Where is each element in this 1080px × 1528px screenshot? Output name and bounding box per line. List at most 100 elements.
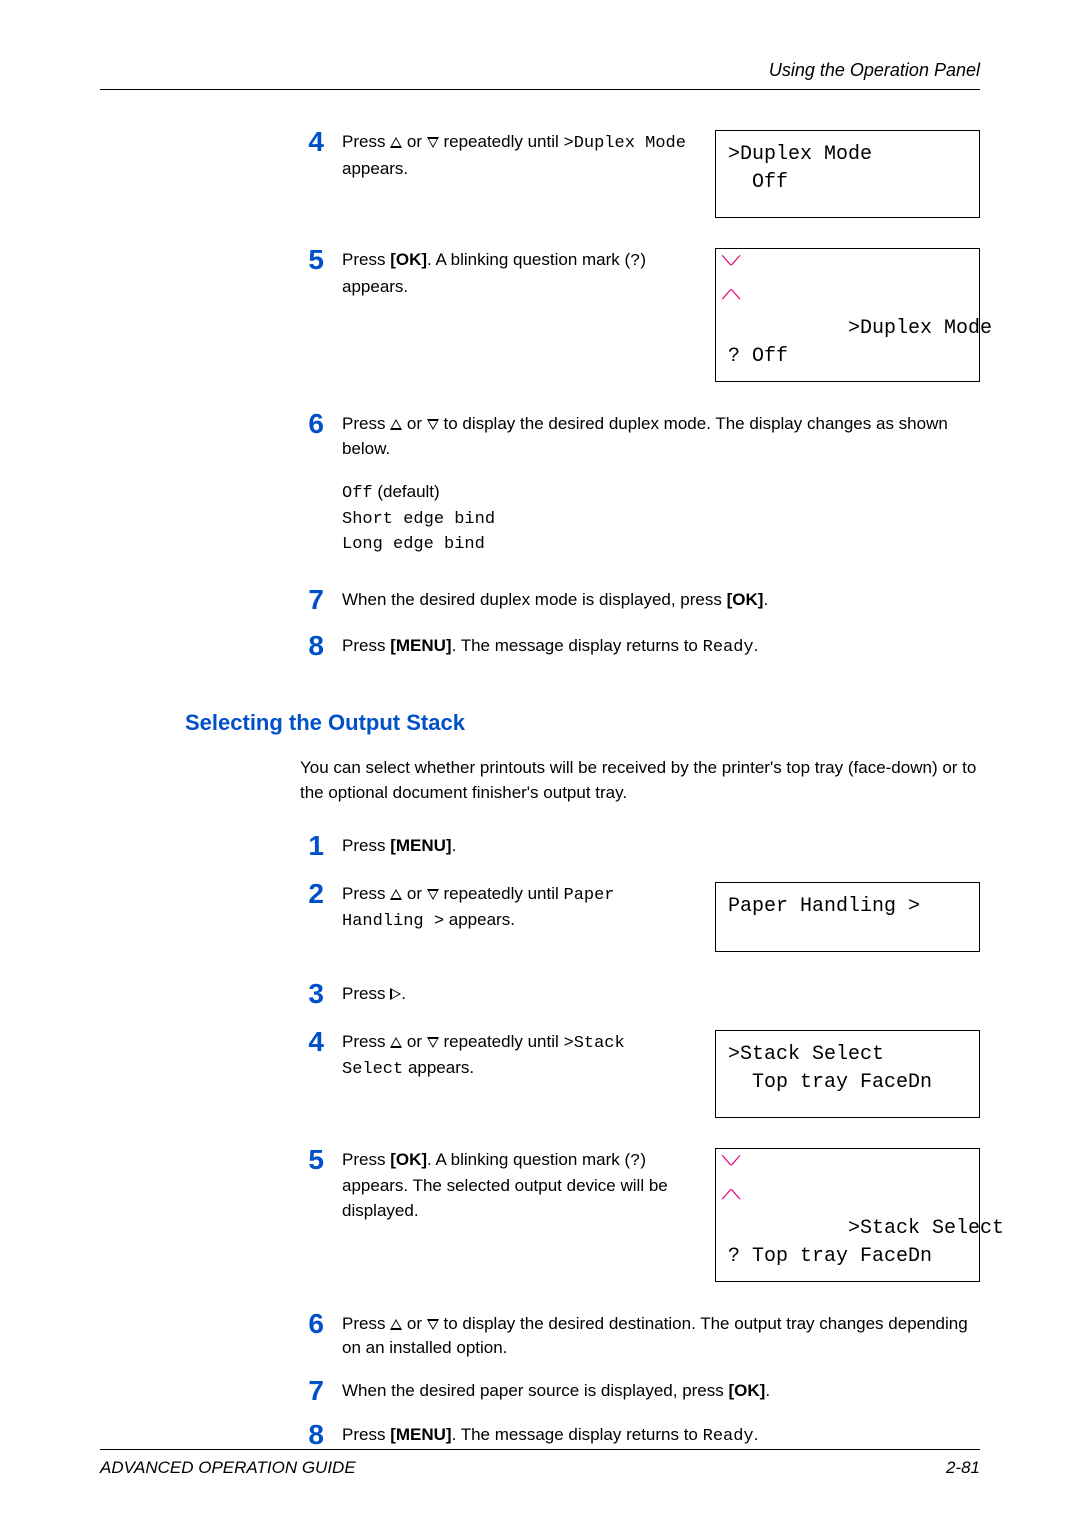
section-heading: Selecting the Output Stack bbox=[185, 710, 980, 736]
step: 6 Press or to display the desired duplex… bbox=[300, 412, 980, 558]
down-triangle-icon bbox=[427, 137, 439, 148]
mono-text: Ready bbox=[703, 638, 754, 657]
up-triangle-icon bbox=[390, 889, 402, 900]
lcd-display: >Duplex Mode Off bbox=[715, 130, 980, 218]
up-triangle-icon bbox=[390, 137, 402, 148]
step-number: 7 bbox=[300, 586, 324, 614]
blink-rays-icon: ⟋⟍ bbox=[722, 1187, 740, 1205]
mono-text: Off bbox=[342, 484, 373, 503]
step-text: Press or repeatedly until >Duplex Mode a… bbox=[342, 130, 695, 181]
text: . A blinking question mark ( bbox=[427, 1150, 630, 1169]
page-content: 4 Press or repeatedly until >Duplex Mode… bbox=[300, 130, 980, 1450]
mono-text: Long edge bind bbox=[342, 532, 980, 558]
text: repeatedly until bbox=[439, 884, 564, 903]
step: 2 Press or repeatedly until Paper Handli… bbox=[300, 882, 980, 952]
option-list: Off (default) Short edge bind Long edge … bbox=[342, 479, 980, 558]
blink-rays-icon: ⟍⟋ bbox=[722, 253, 740, 271]
up-triangle-icon bbox=[390, 419, 402, 430]
page-footer: ADVANCED OPERATION GUIDE 2-81 bbox=[100, 1449, 980, 1478]
step-number: 8 bbox=[300, 632, 324, 660]
lcd-line: Top tray FaceDn bbox=[728, 1071, 932, 1094]
step: 3 Press . bbox=[300, 982, 980, 1008]
manual-page: Using the Operation Panel 4 Press or rep… bbox=[0, 0, 1080, 1528]
lcd-display: >Stack Select Top tray FaceDn bbox=[715, 1030, 980, 1118]
up-triangle-icon bbox=[390, 1319, 402, 1330]
step-number: 5 bbox=[300, 1146, 324, 1174]
lcd-line: >Duplex Mode bbox=[728, 143, 872, 166]
step: 5 Press [OK]. A blinking question mark (… bbox=[300, 248, 980, 382]
page-header: Using the Operation Panel bbox=[100, 60, 980, 81]
step-number: 8 bbox=[300, 1421, 324, 1449]
lcd-line: ? Top tray FaceDn bbox=[728, 1245, 932, 1268]
step-text: Press or to display the desired destinat… bbox=[342, 1312, 980, 1361]
step-number: 6 bbox=[300, 410, 324, 438]
section-intro: You can select whether printouts will be… bbox=[300, 756, 980, 805]
step: 5 Press [OK]. A blinking question mark (… bbox=[300, 1148, 980, 1282]
step-number: 5 bbox=[300, 246, 324, 274]
text: Press bbox=[342, 984, 390, 1003]
text: Press bbox=[342, 1032, 390, 1051]
text: repeatedly until bbox=[439, 1032, 564, 1051]
step: 8 Press [MENU]. The message display retu… bbox=[300, 1423, 980, 1450]
step-text: Press [MENU]. The message display return… bbox=[342, 634, 980, 661]
mono-text: Ready bbox=[703, 1427, 754, 1446]
lcd-display: ⟍⟋ ⟋⟍>Duplex Mode ? Off bbox=[715, 248, 980, 382]
footer-rule bbox=[100, 1449, 980, 1450]
text: . The message display returns to bbox=[452, 1425, 703, 1444]
bold-text: [OK] bbox=[390, 1150, 427, 1169]
mono-text: ? bbox=[630, 1152, 640, 1171]
step-number: 7 bbox=[300, 1377, 324, 1405]
text: Press bbox=[342, 1150, 390, 1169]
right-triangle-icon bbox=[390, 988, 401, 1000]
text: When the desired paper source is display… bbox=[342, 1381, 728, 1400]
text: Press bbox=[342, 1425, 390, 1444]
step-text: When the desired duplex mode is displaye… bbox=[342, 588, 980, 613]
text: . A blinking question mark ( bbox=[427, 250, 630, 269]
lcd-line: ? Off bbox=[728, 345, 788, 368]
text: appears. bbox=[403, 1058, 474, 1077]
text: Press bbox=[342, 132, 390, 151]
lcd-display: Paper Handling > bbox=[715, 882, 980, 952]
step-number: 4 bbox=[300, 1028, 324, 1056]
lcd-line: Off bbox=[728, 171, 788, 194]
step: 4 Press or repeatedly until >Stack Selec… bbox=[300, 1030, 980, 1118]
lcd-line: Paper Handling > bbox=[728, 895, 920, 918]
text: Press bbox=[342, 836, 390, 855]
step-text: Press [MENU]. The message display return… bbox=[342, 1423, 980, 1450]
text: When the desired duplex mode is displaye… bbox=[342, 590, 727, 609]
header-rule bbox=[100, 89, 980, 90]
lcd-line: >Duplex Mode bbox=[848, 317, 992, 340]
mono-text: >Duplex Mode bbox=[564, 134, 686, 153]
text: Press bbox=[342, 636, 390, 655]
step-text: Press [OK]. A blinking question mark (?)… bbox=[342, 1148, 695, 1224]
step-number: 6 bbox=[300, 1310, 324, 1338]
lcd-line: >Stack Select bbox=[728, 1043, 884, 1066]
blink-rays-icon: ⟍⟋ bbox=[722, 1153, 740, 1171]
text: or bbox=[402, 132, 427, 151]
mono-text: Short edge bind bbox=[342, 507, 980, 533]
step-text: Press or repeatedly until Paper Handling… bbox=[342, 882, 695, 935]
text: or bbox=[402, 884, 427, 903]
footer-left: ADVANCED OPERATION GUIDE bbox=[100, 1458, 356, 1478]
step-number: 3 bbox=[300, 980, 324, 1008]
lcd-line: >Stack Select bbox=[848, 1217, 1004, 1240]
bold-text: [OK] bbox=[728, 1381, 765, 1400]
lcd-display: ⟍⟋ ⟋⟍>Stack Select ? Top tray FaceDn bbox=[715, 1148, 980, 1282]
down-triangle-icon bbox=[427, 889, 439, 900]
bold-text: [MENU] bbox=[390, 836, 451, 855]
step: 6 Press or to display the desired destin… bbox=[300, 1312, 980, 1361]
down-triangle-icon bbox=[427, 419, 439, 430]
text: repeatedly until bbox=[439, 132, 564, 151]
text: Press bbox=[342, 884, 390, 903]
step: 8 Press [MENU]. The message display retu… bbox=[300, 634, 980, 661]
text: or bbox=[402, 414, 427, 433]
text: Press bbox=[342, 414, 390, 433]
text: (default) bbox=[373, 482, 440, 501]
text: . bbox=[754, 636, 759, 655]
step: 1 Press [MENU]. bbox=[300, 834, 980, 860]
bold-text: [OK] bbox=[390, 250, 427, 269]
up-triangle-icon bbox=[390, 1037, 402, 1048]
step-text: Press . bbox=[342, 982, 980, 1007]
bold-text: [MENU] bbox=[390, 636, 451, 655]
step-text: Press [OK]. A blinking question mark (?)… bbox=[342, 248, 695, 299]
